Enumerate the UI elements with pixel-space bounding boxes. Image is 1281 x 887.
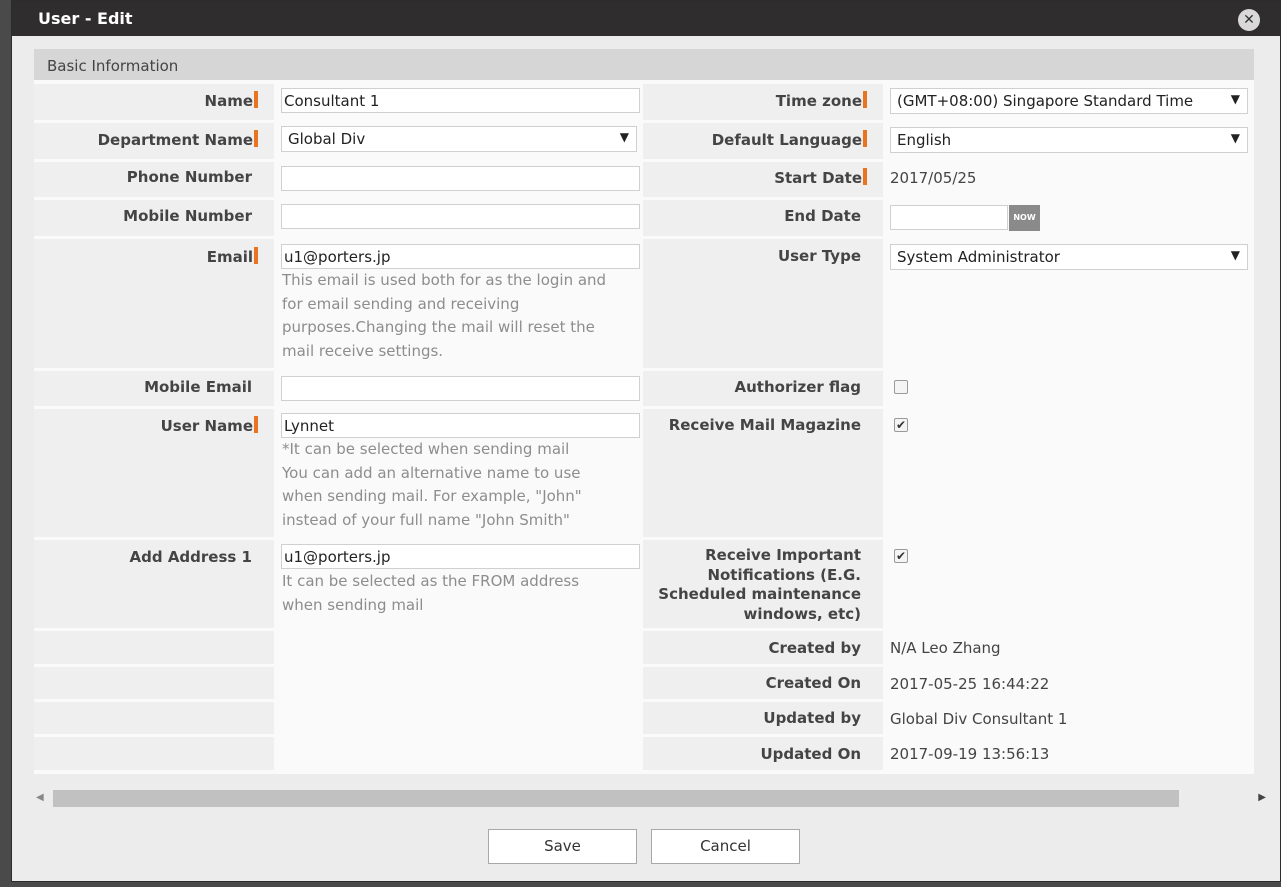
mobile-label: Mobile Number	[34, 200, 274, 236]
scroll-right-icon[interactable]: ▶	[1258, 792, 1266, 803]
name-input[interactable]: Consultant 1	[281, 88, 640, 113]
updated-on-label: Updated On	[643, 737, 883, 770]
scrollbar-thumb[interactable]	[53, 790, 1179, 807]
department-label: Department Name	[34, 123, 274, 159]
user-name-label-text: User Name	[161, 417, 258, 435]
horizontal-scrollbar[interactable]: ◀ ▶	[26, 790, 1272, 808]
chevron-down-icon: ▼	[619, 130, 629, 144]
name-label-text: Name	[205, 92, 258, 110]
dialog-titlebar: User - Edit ✕	[12, 1, 1280, 36]
important-notifications-label: Receive Important Notifications (E.G. Sc…	[643, 540, 883, 628]
help-line: when sending mail. For example, "John"	[282, 487, 582, 505]
mobile-email-label: Mobile Email	[34, 371, 274, 406]
help-line: It can be selected as the FROM address	[282, 572, 580, 590]
authorizer-checkbox[interactable]	[894, 380, 908, 394]
user-type-select[interactable]: System Administrator ▼	[890, 244, 1248, 270]
end-date-input[interactable]	[890, 205, 1008, 230]
created-by-value: N/A Leo Zhang	[890, 639, 1001, 657]
user-type-label: User Type	[643, 239, 883, 368]
department-select-value: Global Div	[288, 130, 366, 148]
created-by-label: Created by	[643, 631, 883, 664]
mobile-input[interactable]	[281, 204, 640, 229]
user-name-label: User Name	[34, 409, 274, 537]
user-name-input[interactable]: Lynnet	[281, 413, 640, 438]
chevron-down-icon: ▼	[1230, 248, 1240, 262]
help-line: You can add an alternative name to use	[282, 463, 581, 482]
important-notifications-checkbox[interactable]: ✔	[894, 549, 908, 563]
created-on-label: Created On	[643, 667, 883, 699]
now-button[interactable]: NOW	[1009, 205, 1040, 231]
email-input[interactable]: u1@porters.jp	[281, 244, 640, 269]
mobile-email-input[interactable]	[281, 376, 640, 401]
label-line: Scheduled maintenance	[658, 585, 861, 603]
help-line: mail receive settings.	[282, 341, 444, 360]
mail-magazine-label: Receive Mail Magazine	[643, 409, 883, 537]
start-date-label: Start Date	[643, 162, 883, 197]
email-help-text: This email is used both for as the login…	[282, 269, 652, 363]
save-button[interactable]: Save	[488, 829, 637, 864]
form-content: Basic Information Name Department Name P…	[34, 49, 1254, 774]
chevron-down-icon: ▼	[1230, 131, 1240, 145]
language-select[interactable]: English ▼	[890, 127, 1248, 153]
created-on-value: 2017-05-25 16:44:22	[890, 675, 1050, 693]
help-line: for email sending and receiving	[282, 294, 520, 313]
timezone-select-value: (GMT+08:00) Singapore Standard Time	[897, 92, 1194, 110]
updated-by-value: Global Div Consultant 1	[890, 710, 1068, 728]
updated-by-label: Updated by	[643, 702, 883, 734]
label-line: windows, etc)	[743, 604, 861, 623]
help-line: purposes.Changing the mail will reset th…	[282, 318, 595, 336]
empty-label-cell	[34, 631, 274, 664]
chevron-down-icon: ▼	[1230, 92, 1240, 106]
department-label-text: Department Name	[98, 131, 258, 149]
user-name-help-text: *It can be selected when sending mail Yo…	[282, 438, 652, 532]
section-header: Basic Information	[34, 49, 1254, 80]
help-line: when sending mail	[282, 595, 424, 614]
email-label: Email	[34, 239, 274, 368]
mail-magazine-checkbox[interactable]: ✔	[894, 418, 908, 432]
phone-input[interactable]	[281, 166, 640, 191]
empty-label-cell	[34, 702, 274, 734]
department-select[interactable]: Global Div ▼	[281, 126, 637, 152]
label-line: Notifications (E.G.	[707, 565, 861, 584]
help-line: This email is used both for as the login…	[282, 271, 607, 289]
language-label: Default Language	[643, 123, 883, 159]
empty-label-cell	[34, 667, 274, 699]
language-select-value: English	[897, 131, 952, 149]
user-type-select-value: System Administrator	[897, 248, 1060, 266]
dialog-title: User - Edit	[38, 9, 133, 28]
start-date-value: 2017/05/25	[890, 169, 977, 187]
close-icon[interactable]: ✕	[1238, 9, 1260, 31]
user-edit-dialog: User - Edit ✕ Basic Information Name Dep…	[11, 0, 1281, 882]
add-address-label: Add Address 1	[34, 540, 274, 628]
email-label-text: Email	[207, 248, 258, 266]
cancel-button[interactable]: Cancel	[651, 829, 800, 864]
name-label: Name	[34, 84, 274, 120]
timezone-select[interactable]: (GMT+08:00) Singapore Standard Time ▼	[890, 88, 1248, 114]
add-address-input[interactable]: u1@porters.jp	[281, 544, 640, 569]
language-label-text: Default Language	[712, 131, 867, 149]
scroll-left-icon[interactable]: ◀	[36, 792, 44, 803]
end-date-label: End Date	[643, 200, 883, 236]
empty-label-cell	[34, 737, 274, 770]
authorizer-label: Authorizer flag	[643, 371, 883, 406]
timezone-label: Time zone	[643, 84, 883, 120]
help-line: *It can be selected when sending mail	[282, 440, 570, 458]
start-date-label-text: Start Date	[774, 169, 867, 187]
phone-label: Phone Number	[34, 162, 274, 197]
timezone-label-text: Time zone	[776, 92, 867, 110]
add-address-help-text: It can be selected as the FROM address w…	[282, 570, 652, 617]
label-line: Receive Important	[705, 546, 861, 564]
updated-on-value: 2017-09-19 13:56:13	[890, 745, 1050, 763]
help-line: instead of your full name "John Smith"	[282, 510, 570, 529]
